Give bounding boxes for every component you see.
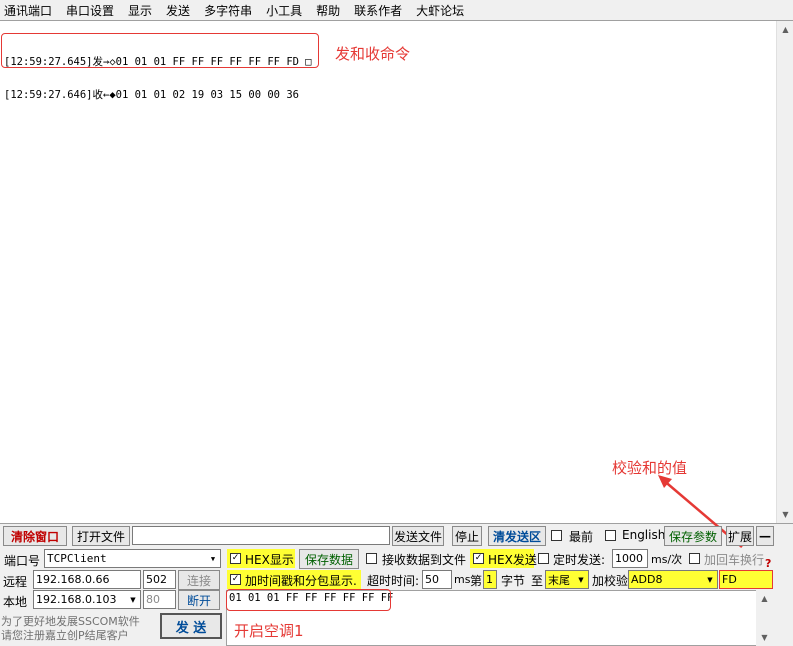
menu-help[interactable]: 帮助 <box>316 2 340 19</box>
menu-bar: 通讯端口 串口设置 显示 发送 多字符串 小工具 帮助 联系作者 大虾论坛 <box>0 0 793 20</box>
scroll-up-icon[interactable]: ▲ <box>777 21 793 38</box>
receive-line-received: [12:59:27.646]收←◆01 01 01 02 19 03 15 00… <box>4 89 299 101</box>
send-file-button[interactable]: 发送文件 <box>392 526 444 546</box>
hex-display-label: HEX显示 <box>245 553 294 567</box>
local-label: 本地 <box>3 595 28 609</box>
recv-to-file-label: 接收数据到文件 <box>382 553 467 567</box>
english-checkbox[interactable] <box>605 530 616 541</box>
menu-forum[interactable]: 大虾论坛 <box>416 2 464 19</box>
remote-port-input[interactable]: 502 <box>143 570 176 589</box>
open-file-button[interactable]: 打开文件 <box>72 526 130 546</box>
receive-area[interactable]: [12:59:27.645]发→◇01 01 01 FF FF FF FF FF… <box>0 20 793 548</box>
save-params-button[interactable]: 保存参数 <box>664 526 722 546</box>
timed-send-label: 定时发送: <box>553 553 606 567</box>
expand-button[interactable]: 扩展 <box>726 526 754 546</box>
annotation-box-send <box>226 589 391 611</box>
end-select-value: 末尾 <box>548 573 570 587</box>
hex-send-label: HEX发送 <box>488 553 537 567</box>
annotation-turn-on-ac: 开启空调1 <box>234 622 304 640</box>
disconnect-button[interactable]: 断开 <box>178 590 220 610</box>
checksum-result: FD <box>719 570 773 589</box>
hex-send-checkbox[interactable]: ✓ <box>473 553 484 564</box>
menu-contact-author[interactable]: 联系作者 <box>354 2 402 19</box>
timeout-input[interactable]: 50 <box>422 570 452 589</box>
timestamp-checkbox[interactable]: ✓ <box>230 574 241 585</box>
promo-line-2: 请您注册嘉立创P结尾客户 <box>1 629 129 642</box>
clear-send-button[interactable]: 清发送区 <box>488 526 546 546</box>
stop-button[interactable]: 停止 <box>452 526 482 546</box>
menu-send[interactable]: 发送 <box>166 2 190 19</box>
save-data-button[interactable]: 保存数据 <box>299 549 359 569</box>
help-icon[interactable]: ? <box>765 557 771 570</box>
byte-prefix: 第 <box>470 574 483 588</box>
scroll-up-icon[interactable]: ▲ <box>756 590 773 607</box>
timeout-unit: ms <box>454 573 471 586</box>
clear-window-button[interactable]: 清除窗口 <box>3 526 67 546</box>
annotation-send-recv: 发和收命令 <box>335 45 411 63</box>
chevron-down-icon: ▼ <box>130 595 136 604</box>
connect-button[interactable]: 连接 <box>178 570 220 590</box>
chevron-down-icon: ▼ <box>210 554 216 563</box>
toolbar: 清除窗口 打开文件 发送文件 停止 清发送区 最前 English 保存参数 扩… <box>0 525 793 547</box>
english-label: English <box>622 528 666 542</box>
local-ip-select[interactable]: 192.168.0.103 ▼ <box>33 590 141 609</box>
menu-comm-port[interactable]: 通讯端口 <box>4 2 52 19</box>
topmost-label: 最前 <box>569 530 594 544</box>
port-select-value: TCPClient <box>47 552 107 565</box>
recv-to-file-checkbox[interactable] <box>366 553 377 564</box>
scroll-down-icon[interactable]: ▼ <box>756 629 773 646</box>
checksum-select[interactable]: ADD8 ▼ <box>628 570 718 589</box>
annotation-box-commands <box>1 33 319 68</box>
chevron-down-icon: ▼ <box>707 575 713 584</box>
port-label: 端口号 <box>4 554 41 568</box>
remote-label: 远程 <box>3 575 28 589</box>
local-ip-value: 192.168.0.103 <box>36 593 117 606</box>
timed-send-checkbox[interactable] <box>538 553 549 564</box>
newline-checkbox[interactable] <box>689 553 700 564</box>
to-label: 至 <box>531 574 544 588</box>
interval-input[interactable]: 1000 <box>612 549 648 568</box>
newline-label: 加回车换行 <box>704 553 765 567</box>
menu-tools[interactable]: 小工具 <box>266 2 302 19</box>
file-path-input[interactable] <box>132 526 390 545</box>
checksum-select-value: ADD8 <box>631 573 663 586</box>
menu-display[interactable]: 显示 <box>128 2 152 19</box>
collapse-button[interactable]: — <box>756 526 774 546</box>
remote-ip-input[interactable]: 192.168.0.66 <box>33 570 141 589</box>
receive-scrollbar[interactable]: ▲ ▼ <box>776 21 793 523</box>
menu-multi-string[interactable]: 多字符串 <box>204 2 252 19</box>
port-select[interactable]: TCPClient ▼ <box>44 549 221 568</box>
timestamp-label: 加时间戳和分包显示. <box>245 574 357 588</box>
checksum-label: 加校验 <box>592 574 629 588</box>
send-scrollbar[interactable]: ▲ ▼ <box>756 590 773 646</box>
byte-index-input[interactable]: 1 <box>483 570 497 589</box>
local-port-input[interactable]: 80 <box>143 590 176 609</box>
scroll-down-icon[interactable]: ▼ <box>777 506 793 523</box>
chevron-down-icon: ▼ <box>578 575 584 584</box>
send-button[interactable]: 发 送 <box>160 613 222 639</box>
interval-unit: ms/次 <box>651 553 683 566</box>
hex-display-checkbox[interactable]: ✓ <box>230 553 241 564</box>
byte-label: 字节 <box>501 574 526 588</box>
topmost-checkbox[interactable] <box>551 530 562 541</box>
timeout-label: 超时时间: <box>367 574 420 588</box>
menu-serial-settings[interactable]: 串口设置 <box>66 2 114 19</box>
end-select[interactable]: 末尾 ▼ <box>545 570 589 589</box>
